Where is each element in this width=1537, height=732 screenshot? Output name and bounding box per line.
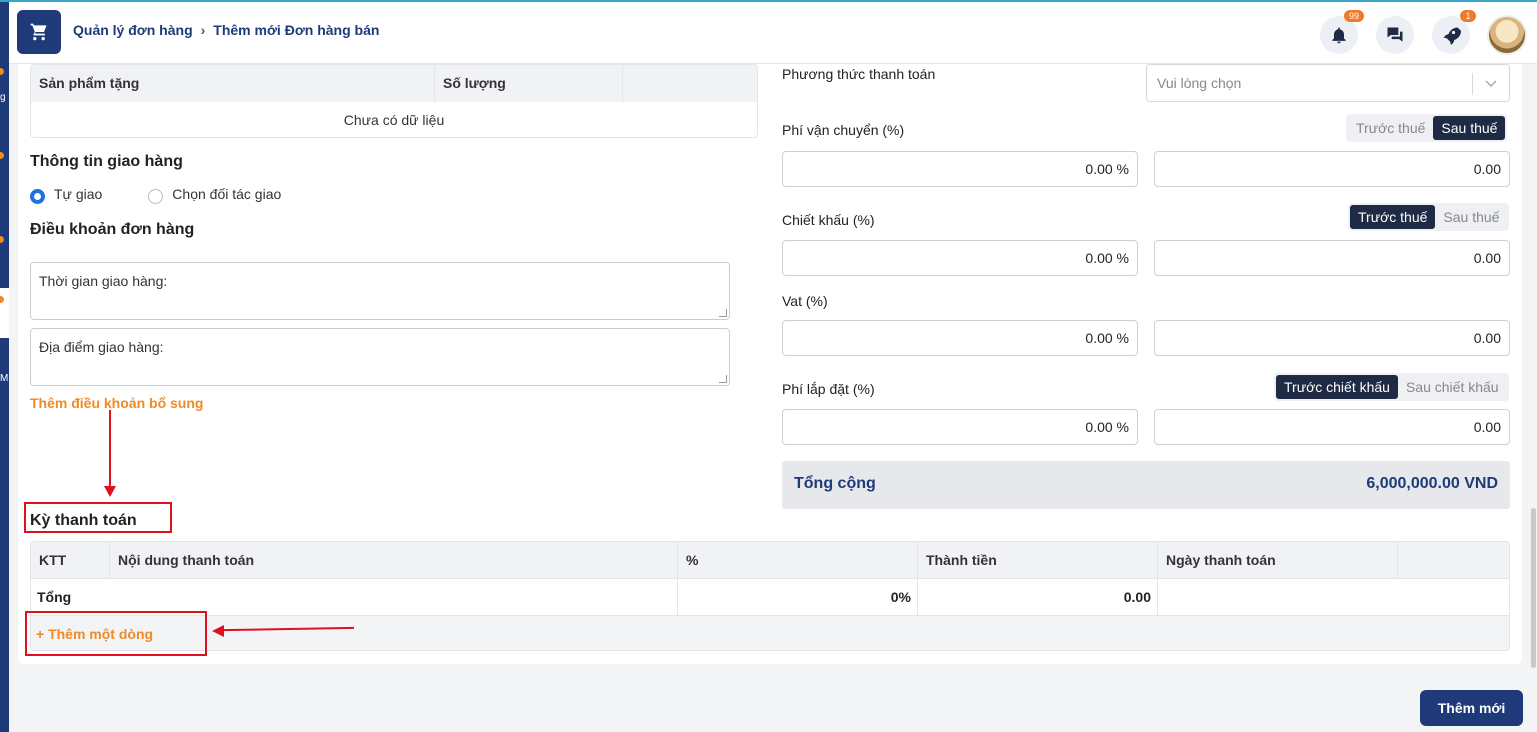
sidebar-dot — [0, 152, 4, 159]
rocket-button[interactable]: 1 — [1432, 10, 1476, 54]
empty-cell — [1158, 579, 1509, 615]
radio-self-delivery[interactable] — [30, 188, 45, 204]
delivery-options: Tự giao Chọn đối tác giao — [30, 186, 281, 204]
column-header — [1398, 542, 1509, 578]
radio-label[interactable]: Chọn đối tác giao — [172, 186, 281, 202]
sidebar: g M — [0, 2, 9, 732]
grand-total: Tổng cộng 6,000,000.00 VND — [782, 461, 1510, 509]
install-fee-label: Phí lắp đặt (%) — [782, 381, 875, 397]
rocket-badge: 1 — [1460, 10, 1476, 22]
top-header: Quản lý đơn hàng › Thêm mới Đơn hàng bán… — [9, 2, 1537, 64]
vat-amount-input[interactable]: 0.00 — [1154, 320, 1510, 356]
sidebar-label-fragment: M — [0, 373, 9, 384]
column-header: Sản phẩm tặng — [31, 65, 435, 102]
table-footer: + Thêm một dòng — [31, 616, 1509, 650]
vat-percent-input[interactable]: 0.00 % — [782, 320, 1138, 356]
notification-button[interactable]: 99 — [1320, 10, 1364, 54]
user-avatar[interactable] — [1487, 15, 1527, 55]
discount-tax-toggle[interactable]: Trước thuế Sau thuế — [1348, 203, 1510, 231]
breadcrumb-order-management[interactable]: Quản lý đơn hàng — [73, 22, 193, 38]
column-header — [623, 65, 757, 102]
create-button[interactable]: Thêm mới — [1420, 690, 1523, 726]
shipping-fee-label: Phí vận chuyển (%) — [782, 122, 905, 138]
discount-percent-input[interactable]: 0.00 % — [782, 240, 1138, 276]
select-divider — [1472, 73, 1473, 95]
resize-handle[interactable] — [719, 309, 727, 317]
annotation-arrow-head — [104, 486, 116, 497]
grand-total-label: Tổng cộng — [794, 475, 876, 492]
cart-icon — [30, 23, 47, 41]
total-label: Tổng — [31, 579, 678, 615]
annotation-arrow-head — [212, 625, 224, 637]
textarea-value: Địa điểm giao hàng: — [39, 339, 164, 355]
vat-label: Vat (%) — [782, 293, 828, 309]
table-row-total: Tổng 0% 0.00 — [31, 579, 1509, 616]
add-terms-link[interactable]: Thêm điều khoản bổ sung — [30, 395, 203, 411]
radio-partner-delivery[interactable] — [148, 188, 164, 204]
notification-badge: 99 — [1343, 10, 1364, 22]
annotation-box — [25, 611, 207, 656]
terms-section-title: Điều khoản đơn hàng — [30, 221, 195, 238]
payment-terms-title: Kỳ thanh toán — [30, 512, 137, 529]
column-header: KTT — [31, 542, 110, 578]
cart-button[interactable] — [17, 10, 61, 54]
install-amount-input[interactable]: 0.00 — [1154, 409, 1510, 445]
breadcrumb-current: Thêm mới Đơn hàng bán — [213, 22, 380, 38]
resize-handle[interactable] — [719, 375, 727, 383]
total-amount: 0.00 — [918, 579, 1158, 615]
scrollbar[interactable] — [1531, 508, 1536, 668]
toggle-after-tax[interactable]: Sau thuế — [1435, 205, 1507, 229]
toggle-after-discount[interactable]: Sau chiết khấu — [1398, 375, 1507, 399]
column-header: Thành tiền — [918, 542, 1158, 578]
bell-icon — [1332, 27, 1346, 44]
install-percent-input[interactable]: 0.00 % — [782, 409, 1138, 445]
delivery-section-title: Thông tin giao hàng — [30, 153, 183, 170]
sidebar-dot — [0, 236, 4, 243]
chevron-down-icon — [1485, 80, 1497, 88]
table-header: KTT Nội dung thanh toán % Thành tiền Ngà… — [31, 542, 1509, 579]
chat-button[interactable] — [1376, 16, 1414, 54]
column-header: % — [678, 542, 918, 578]
gift-table-header: Sản phẩm tặng Số lượng — [31, 65, 757, 102]
radio-label[interactable]: Tự giao — [54, 186, 102, 202]
payment-method-select[interactable]: Vui lòng chọn — [1146, 64, 1510, 102]
payment-method-label: Phương thức thanh toán — [782, 66, 936, 82]
column-header: Nội dung thanh toán — [110, 542, 678, 578]
total-percent: 0% — [678, 579, 918, 615]
toggle-after-tax[interactable]: Sau thuế — [1433, 116, 1506, 140]
empty-state: Chưa có dữ liệu — [343, 112, 445, 128]
shipping-amount-input[interactable]: 0.00 — [1154, 151, 1510, 187]
column-header: Số lượng — [435, 65, 623, 102]
grand-total-value: 6,000,000.00 VND — [1366, 475, 1498, 492]
rocket-icon — [1443, 27, 1461, 45]
annotation-arrow-line — [109, 410, 111, 488]
toggle-before-discount[interactable]: Trước chiết khấu — [1276, 375, 1398, 399]
toggle-before-tax[interactable]: Trước thuế — [1350, 205, 1436, 229]
install-discount-toggle[interactable]: Trước chiết khấu Sau chiết khấu — [1274, 373, 1509, 401]
breadcrumb: Quản lý đơn hàng › Thêm mới Đơn hàng bán — [73, 22, 379, 38]
discount-label: Chiết khấu (%) — [782, 212, 875, 228]
shipping-percent-input[interactable]: 0.00 % — [782, 151, 1138, 187]
shipping-tax-toggle[interactable]: Trước thuế Sau thuế — [1346, 114, 1508, 142]
discount-amount-input[interactable]: 0.00 — [1154, 240, 1510, 276]
payment-terms-table: KTT Nội dung thanh toán % Thành tiền Ngà… — [30, 541, 1510, 651]
column-header: Ngày thanh toán — [1158, 542, 1398, 578]
toggle-before-tax[interactable]: Trước thuế — [1348, 116, 1433, 140]
select-placeholder: Vui lòng chọn — [1157, 75, 1242, 91]
delivery-time-textarea[interactable]: Thời gian giao hàng: — [30, 262, 730, 320]
gift-products-table: Sản phẩm tặng Số lượng Chưa có dữ liệu — [30, 64, 758, 138]
delivery-place-textarea[interactable]: Địa điểm giao hàng: — [30, 328, 730, 386]
sidebar-dot — [0, 68, 4, 75]
chevron-right-icon: › — [200, 22, 206, 38]
textarea-value: Thời gian giao hàng: — [39, 273, 168, 289]
chat-icon — [1387, 27, 1403, 42]
sidebar-label-fragment: g — [0, 92, 6, 103]
